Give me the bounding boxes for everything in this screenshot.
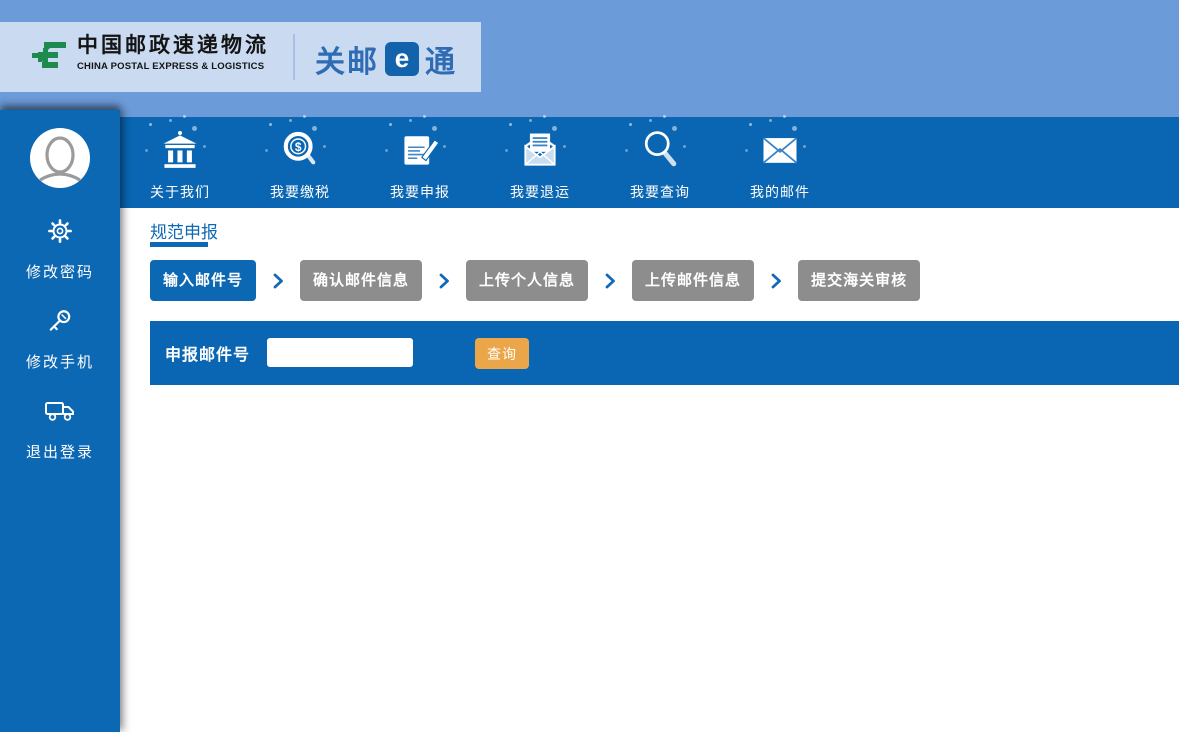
- declare-mail-number-input[interactable]: [267, 338, 413, 367]
- svg-text:$: $: [295, 140, 302, 154]
- bank-icon: [157, 127, 203, 173]
- header: 中国邮政速递物流 CHINA POSTAL EXPRESS & LOGISTIC…: [0, 0, 1179, 117]
- logo-divider: [293, 34, 295, 80]
- truck-icon: [44, 398, 76, 424]
- nav-item-my-mail[interactable]: 我的邮件: [720, 117, 840, 208]
- coin-magnifier-icon: $: [277, 127, 323, 173]
- step-upload-mail-info[interactable]: 上传邮件信息: [632, 260, 754, 301]
- chevron-right-icon: [422, 273, 466, 289]
- chevron-right-icon: [588, 273, 632, 289]
- product-e-badge: e: [385, 42, 419, 76]
- sidebar-item-label: 修改手机: [0, 351, 120, 372]
- query-button[interactable]: 查询: [475, 338, 529, 369]
- step-submit-customs-review[interactable]: 提交海关审核: [798, 260, 920, 301]
- envelope-icon: [757, 127, 803, 173]
- top-navbar: 关于我们 $ 我要缴税: [120, 117, 1179, 208]
- nav-label: 我要查询: [630, 182, 690, 202]
- chevron-right-icon: [256, 273, 300, 289]
- app-window: 中国邮政速递物流 CHINA POSTAL EXPRESS & LOGISTIC…: [0, 0, 1179, 732]
- brand-name-english: CHINA POSTAL EXPRESS & LOGISTICS: [77, 61, 269, 72]
- sidebar: 修改密码 修改手机 退出登录: [0, 110, 120, 732]
- nav-item-return-shipment[interactable]: 我要退运: [480, 117, 600, 208]
- nav-label: 我的邮件: [750, 182, 810, 202]
- brand-name-chinese: 中国邮政速递物流: [77, 33, 269, 59]
- step-enter-mail-number[interactable]: 输入邮件号: [150, 260, 256, 301]
- sidebar-item-change-password[interactable]: 修改密码: [0, 218, 120, 282]
- document-pen-icon: [397, 127, 443, 173]
- user-avatar: [30, 128, 90, 188]
- declaration-steps: 输入邮件号 确认邮件信息 上传个人信息 上传邮件信息 提交海关审核: [150, 260, 920, 301]
- brand-text: 中国邮政速递物流 CHINA POSTAL EXPRESS & LOGISTIC…: [77, 33, 269, 72]
- nav-label: 我要申报: [390, 182, 450, 202]
- nav-item-query[interactable]: 我要查询: [600, 117, 720, 208]
- step-upload-personal-info[interactable]: 上传个人信息: [466, 260, 588, 301]
- step-confirm-mail-info[interactable]: 确认邮件信息: [300, 260, 422, 301]
- logo-band: 中国邮政速递物流 CHINA POSTAL EXPRESS & LOGISTIC…: [0, 22, 481, 92]
- product-logo: 关邮 e 通: [315, 37, 457, 81]
- china-post-logo-icon: [30, 36, 72, 78]
- tab-standard-declaration[interactable]: 规范申报: [150, 218, 218, 243]
- open-envelope-icon: [517, 127, 563, 173]
- declare-mail-number-label: 申报邮件号: [165, 341, 250, 365]
- sidebar-item-label: 退出登录: [0, 441, 120, 462]
- nav-item-about-us[interactable]: 关于我们: [120, 117, 240, 208]
- nav-label: 关于我们: [150, 182, 210, 202]
- nav-label: 我要退运: [510, 182, 570, 202]
- tab-active-underline: [150, 242, 208, 247]
- product-suffix: 通: [425, 37, 457, 81]
- nav-item-pay-tax[interactable]: $ 我要缴税: [240, 117, 360, 208]
- key-icon: [47, 308, 73, 334]
- sidebar-item-logout[interactable]: 退出登录: [0, 398, 120, 462]
- sidebar-item-label: 修改密码: [0, 261, 120, 282]
- chevron-right-icon: [754, 273, 798, 289]
- declare-form-bar: 申报邮件号 查询: [150, 321, 1179, 385]
- nav-item-declare[interactable]: 我要申报: [360, 117, 480, 208]
- sidebar-item-change-phone[interactable]: 修改手机: [0, 308, 120, 372]
- nav-label: 我要缴税: [270, 182, 330, 202]
- search-icon: [637, 127, 683, 173]
- gear-icon: [47, 218, 73, 244]
- product-prefix: 关邮: [315, 37, 379, 81]
